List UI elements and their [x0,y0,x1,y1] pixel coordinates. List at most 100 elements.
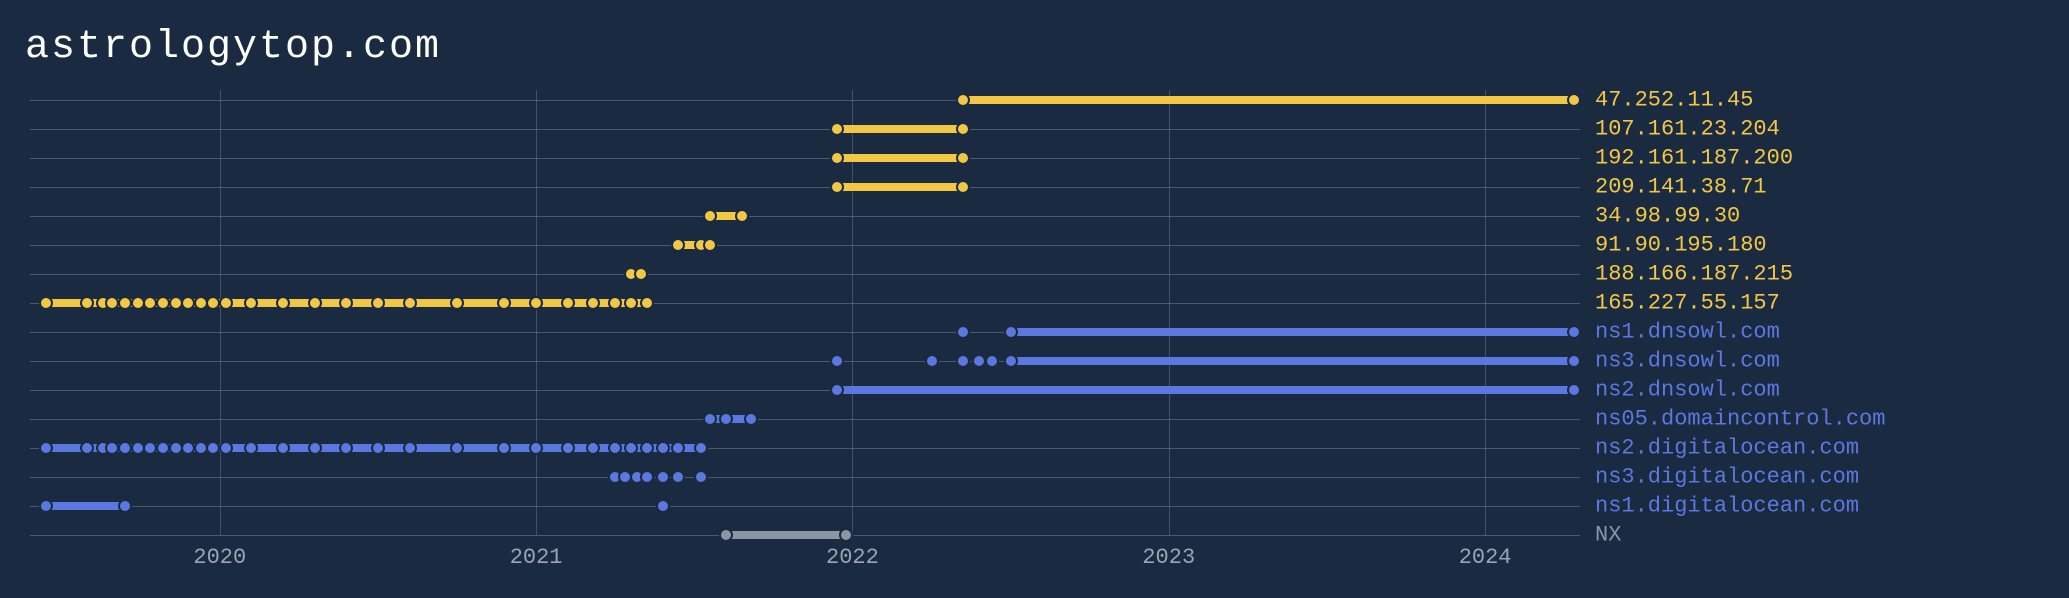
timeline-point [244,296,258,310]
timeline-point [276,296,290,310]
year-gridline [1169,90,1170,535]
timeline-point [339,296,353,310]
timeline-point [640,441,654,455]
timeline-point [529,296,543,310]
ip-label: 34.98.99.30 [1595,204,1740,229]
timeline-point [561,296,575,310]
timeline-point [403,296,417,310]
x-tick-label: 2021 [510,545,563,570]
timeline-point [719,412,733,426]
timeline-point [956,93,970,107]
timeline-point [694,470,708,484]
timeline-point [671,470,685,484]
timeline-point [956,180,970,194]
ns-label: ns3.digitalocean.com [1595,465,1859,490]
year-gridline [220,90,221,535]
timeline-point [624,296,638,310]
row-baseline [30,419,1580,420]
timeline-point [339,441,353,455]
timeline-point [694,441,708,455]
timeline-point [39,441,53,455]
timeline-point [830,151,844,165]
timeline-point [640,296,654,310]
timeline-point [719,528,733,542]
timeline-point [497,441,511,455]
row-baseline [30,274,1580,275]
ns-label: ns1.dnsowl.com [1595,320,1780,345]
timeline-point [1567,383,1581,397]
timeline-point [1567,325,1581,339]
timeline-point [497,296,511,310]
timeline-plot: 20202021202220232024 [30,95,1580,545]
ip-label: 188.166.187.215 [1595,262,1793,287]
timeline-point [1004,354,1018,368]
timeline-point [703,238,717,252]
timeline-point [634,267,648,281]
timeline-point [703,209,717,223]
timeline-point [956,151,970,165]
row-baseline [30,187,1580,188]
timeline-point [118,499,132,513]
ns-label: ns2.dnsowl.com [1595,378,1780,403]
ip-label: 192.161.187.200 [1595,146,1793,171]
timeline-point [244,441,258,455]
ns-label: ns3.dnsowl.com [1595,349,1780,374]
timeline-point [830,122,844,136]
ip-label: 47.252.11.45 [1595,88,1753,113]
timeline-point [735,209,749,223]
timeline-point [830,180,844,194]
row-baseline [30,216,1580,217]
timeline-point [956,354,970,368]
timeline-point [80,296,94,310]
timeline-point [608,441,622,455]
timeline-point [586,441,600,455]
timeline-point [276,441,290,455]
timeline-point [39,499,53,513]
x-tick-label: 2020 [193,545,246,570]
ip-label: 107.161.23.204 [1595,117,1780,142]
timeline-point [1567,354,1581,368]
timeline-point [39,296,53,310]
timeline-point [1567,93,1581,107]
timeline-segment [837,183,964,191]
timeline-point [586,296,600,310]
timeline-point [1004,325,1018,339]
timeline-segment [837,125,964,133]
timeline-point [450,441,464,455]
timeline-segment [1011,328,1574,336]
timeline-point [608,296,622,310]
x-tick-label: 2022 [826,545,879,570]
timeline-point [640,470,654,484]
timeline-point [624,441,638,455]
row-baseline [30,506,1580,507]
timeline-segment [46,502,125,510]
timeline-point [744,412,758,426]
ns-label: ns05.domaincontrol.com [1595,407,1885,432]
ip-label: 165.227.55.157 [1595,291,1780,316]
timeline-point [308,296,322,310]
x-tick-label: 2024 [1459,545,1512,570]
timeline-point [371,296,385,310]
timeline-point [656,441,670,455]
row-baseline [30,129,1580,130]
timeline-segment [837,154,964,162]
timeline-point [839,528,853,542]
timeline-point [925,354,939,368]
timeline-point [956,122,970,136]
chart-container: astrologytop.com 20202021202220232024 47… [0,0,2069,598]
timeline-point [656,470,670,484]
timeline-point [703,412,717,426]
nx-label: NX [1595,523,1621,548]
timeline-point [371,441,385,455]
year-gridline [536,90,537,535]
timeline-point [529,441,543,455]
page-title: astrologytop.com [25,25,441,70]
timeline-point [956,325,970,339]
ip-label: 209.141.38.71 [1595,175,1767,200]
timeline-point [561,441,575,455]
timeline-segment [963,96,1574,104]
ip-label: 91.90.195.180 [1595,233,1767,258]
row-baseline [30,477,1580,478]
timeline-point [830,354,844,368]
timeline-point [830,383,844,397]
